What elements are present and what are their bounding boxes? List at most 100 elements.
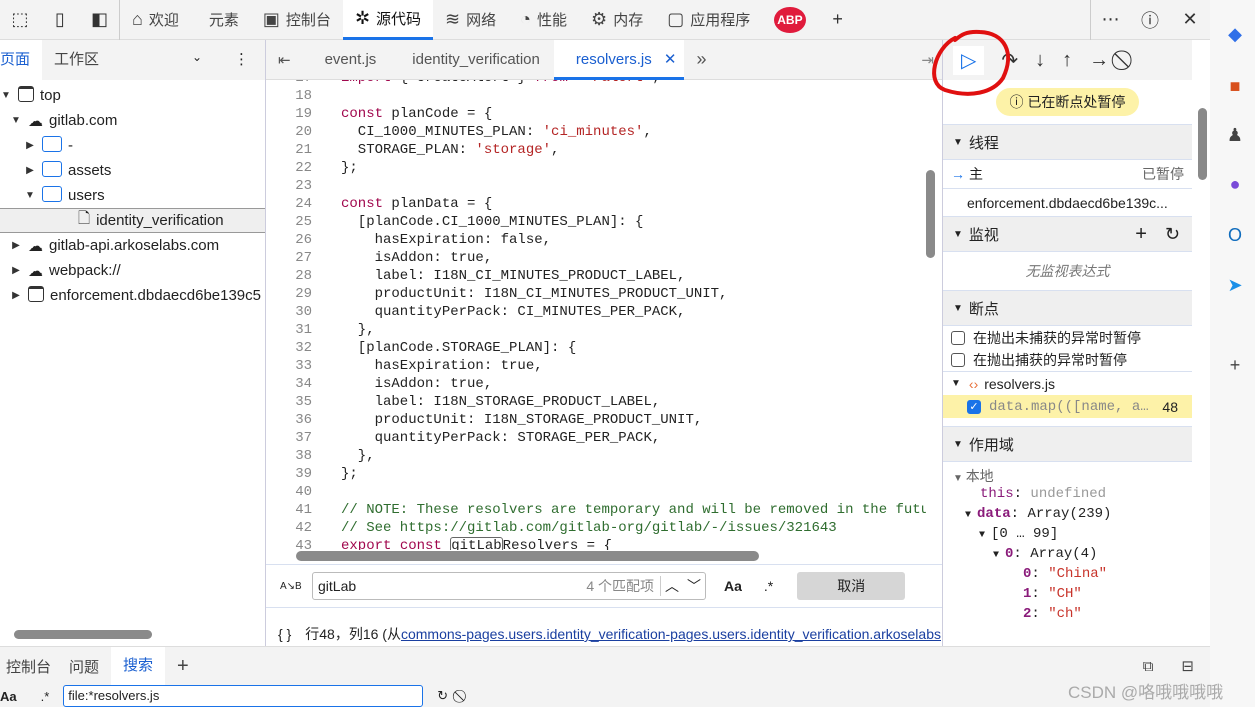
replace-toggle-icon[interactable]: A↘B — [280, 581, 304, 592]
collapsed-arrow-icon[interactable]: ▶ — [10, 265, 22, 276]
pause-caught-checkbox[interactable]: 在抛出捕获的异常时暂停 — [943, 349, 1192, 372]
match-case-button[interactable]: Aa — [724, 578, 742, 594]
horizontal-scrollbar[interactable] — [14, 630, 152, 639]
line-number[interactable]: 43 — [266, 538, 312, 550]
panel-tab-5[interactable]: ◔ 性能 — [508, 0, 579, 40]
tree-item[interactable]: ▶ ☁ gitlab-api.arkoselabs.com — [0, 233, 265, 258]
line-number[interactable]: 37 — [266, 430, 312, 446]
line-number[interactable]: 33 — [266, 358, 312, 374]
outlook-icon[interactable]: O — [1224, 225, 1246, 247]
source-map-link[interactable]: commons-pages.users.identity_verificatio… — [401, 626, 941, 642]
add-panel-icon[interactable]: + — [818, 0, 858, 40]
drawer-tab-console[interactable]: 控制台 — [0, 656, 57, 677]
expanded-arrow-icon[interactable]: ▼ — [10, 115, 22, 126]
breakpoint-item[interactable]: ✓ data.map(([name, a… 48 — [943, 395, 1192, 418]
line-number[interactable]: 32 — [266, 340, 312, 356]
add-drawer-tab-icon[interactable]: + — [165, 655, 201, 678]
panel-tab-2[interactable]: ▣ 控制台 — [251, 0, 343, 40]
collapsed-arrow-icon[interactable]: ▶ — [24, 165, 36, 176]
drawer-regex[interactable]: .* — [41, 689, 50, 704]
tree-item[interactable]: ▶ assets — [0, 158, 265, 183]
more-tabs-icon[interactable]: » — [684, 49, 718, 70]
tree-item[interactable]: ▼ top — [0, 83, 265, 108]
line-number[interactable]: 34 — [266, 376, 312, 392]
close-tab-icon[interactable]: ✕ — [664, 51, 677, 68]
panel-tab-7[interactable]: ▢ 应用程序 — [655, 0, 762, 40]
line-number[interactable]: 40 — [266, 484, 312, 500]
find-input[interactable]: gitLab 4 个匹配项 ︿ ﹀ — [312, 572, 706, 600]
copilot-icon[interactable]: ● — [1224, 174, 1246, 196]
refresh-icon[interactable]: ↻ — [1165, 224, 1180, 245]
line-number[interactable]: 39 — [266, 466, 312, 482]
pause-uncaught-checkbox[interactable]: 在抛出未捕获的异常时暂停 — [943, 326, 1192, 349]
tree-item[interactable]: ▶ - — [0, 133, 265, 158]
tree-item[interactable]: 🗋 identity_verification — [0, 208, 265, 233]
line-number[interactable]: 23 — [266, 178, 312, 194]
dock-icon[interactable]: ⧉ — [1143, 658, 1154, 675]
line-number[interactable]: 29 — [266, 286, 312, 302]
watch-section-header[interactable]: ▼ 监视 + ↻ — [943, 216, 1192, 252]
tab-resolvers-js[interactable]: resolvers.js ✕ — [553, 39, 685, 80]
pretty-print-icon[interactable]: { } — [278, 626, 291, 642]
breakpoints-section-header[interactable]: ▼ 断点 — [943, 290, 1192, 326]
line-number[interactable]: 31 — [266, 322, 312, 338]
help-icon[interactable]: ⓘ — [1130, 0, 1170, 40]
threads-section-header[interactable]: ▼ 线程 — [943, 124, 1192, 160]
chevron-down-icon[interactable]: ⌄ — [192, 50, 202, 64]
close-icon[interactable]: ✕ — [1170, 0, 1210, 40]
expanded-arrow-icon[interactable]: ▼ — [24, 190, 36, 201]
line-number[interactable]: 27 — [266, 250, 312, 266]
expanded-arrow-icon[interactable]: ▼ — [0, 90, 12, 101]
send-icon[interactable]: ➤ — [1224, 275, 1246, 297]
tree-item[interactable]: ▼ users — [0, 183, 265, 208]
add-watch-icon[interactable]: + — [1135, 223, 1147, 246]
line-number[interactable]: 38 — [266, 448, 312, 464]
refresh-search-icon[interactable]: ↻ — [437, 688, 448, 704]
debugger-scrollbar[interactable] — [1198, 108, 1207, 180]
line-number[interactable]: 19 — [266, 106, 312, 122]
tag-icon[interactable]: ◆ — [1224, 24, 1246, 46]
drawer-search-input[interactable]: file:*resolvers.js — [63, 685, 424, 707]
dock-side-icon[interactable]: ◧ — [80, 0, 120, 40]
code-horizontal-scrollbar[interactable] — [296, 551, 759, 561]
tree-item[interactable]: ▼ ☁ gitlab.com — [0, 108, 265, 133]
panel-tab-1[interactable]: 元素 — [191, 0, 251, 40]
line-number[interactable]: 24 — [266, 196, 312, 212]
previous-match-icon[interactable]: ︿ — [660, 576, 683, 596]
drawer-match-case[interactable]: Aa — [0, 689, 17, 704]
more-icon[interactable]: ⋯ — [1090, 0, 1130, 40]
drawer-tab-issues[interactable]: 问题 — [57, 656, 111, 677]
step-icon[interactable]: → — [1089, 49, 1109, 72]
vertical-scrollbar[interactable] — [926, 170, 935, 258]
line-number[interactable]: 26 — [266, 232, 312, 248]
toggle-navigator-icon[interactable]: ⇤ — [266, 51, 303, 69]
line-number[interactable]: 18 — [266, 88, 312, 104]
collapsed-arrow-icon[interactable]: ▶ — [10, 240, 22, 251]
tree-item[interactable]: ▶ ☁ webpack:// — [0, 258, 265, 283]
tab-workspace[interactable]: 工作区 — [42, 40, 111, 80]
tree-item[interactable]: ▶ enforcement.dbdaecd6be139c5 — [0, 283, 265, 308]
tab-identity-verification[interactable]: identity_verification — [398, 40, 554, 80]
breakpoint-file[interactable]: ▼ ‹› resolvers.js — [943, 372, 1192, 395]
tab-page[interactable]: 页面 — [0, 40, 43, 80]
step-into-icon[interactable]: ↓ — [1035, 49, 1045, 72]
line-number[interactable]: 25 — [266, 214, 312, 230]
add-sidebar-icon[interactable]: + — [1224, 355, 1246, 377]
line-number[interactable]: 20 — [266, 124, 312, 140]
toolbox-icon[interactable]: ■ — [1224, 76, 1246, 98]
line-number[interactable]: 21 — [266, 142, 312, 158]
panel-tab-4[interactable]: ≋ 网络 — [433, 0, 508, 40]
collapse-drawer-icon[interactable]: ⊟ — [1181, 657, 1194, 675]
collapsed-arrow-icon[interactable]: ▶ — [24, 140, 36, 151]
step-out-icon[interactable]: ↑ — [1062, 49, 1072, 72]
line-number[interactable]: 36 — [266, 412, 312, 428]
line-number[interactable]: 30 — [266, 304, 312, 320]
thread-main[interactable]: → 主已暂停 — [943, 160, 1192, 188]
scope-section-header[interactable]: ▼ 作用域 — [943, 426, 1192, 462]
inspect-icon[interactable]: ⬚ — [0, 0, 40, 40]
collapsed-arrow-icon[interactable]: ▶ — [10, 290, 22, 301]
chess-icon[interactable]: ♟ — [1224, 125, 1246, 147]
line-number[interactable]: 42 — [266, 520, 312, 536]
more-vertical-icon[interactable]: ⋮ — [234, 50, 249, 68]
next-match-icon[interactable]: ﹀ — [683, 576, 705, 596]
